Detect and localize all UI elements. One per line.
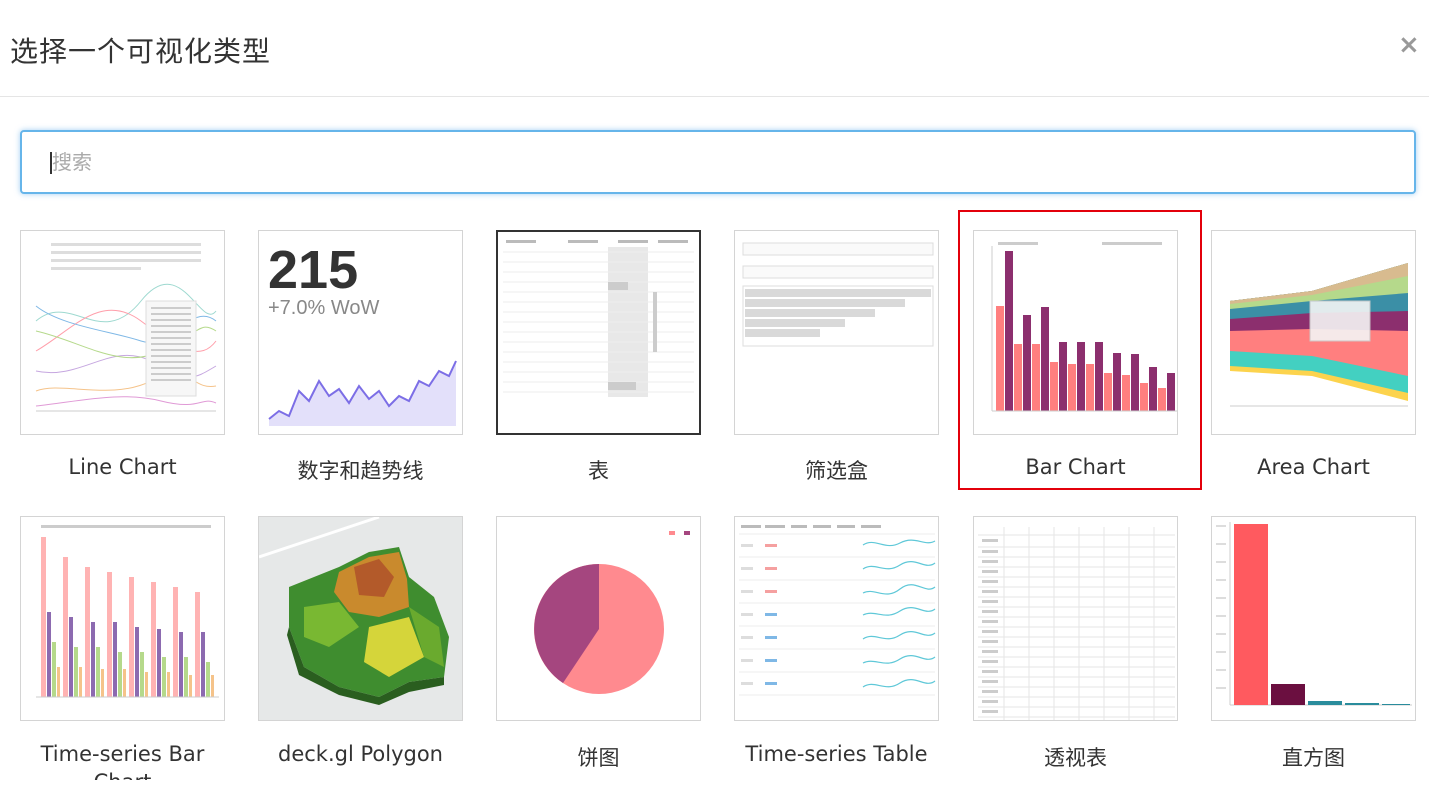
viz-label: Area Chart xyxy=(1257,455,1370,479)
viz-card-deckgl-polygon[interactable] xyxy=(258,516,463,721)
line-chart-thumbnail-icon xyxy=(35,243,217,412)
viz-label: Time-series Table xyxy=(745,742,928,766)
viz-label: 数字和趋势线 xyxy=(297,459,424,483)
viz-label: 透视表 xyxy=(1044,746,1107,770)
viz-card-time-series-table[interactable] xyxy=(734,516,939,721)
viz-card-big-number[interactable]: 215 +7.0% WoW xyxy=(258,230,463,435)
viz-card-histogram[interactable] xyxy=(1211,516,1416,721)
histogram-thumbnail-icon xyxy=(1216,522,1412,706)
dialog-header: 选择一个可视化类型 × xyxy=(0,0,1429,97)
viz-card-table[interactable] xyxy=(496,230,701,435)
trendline-icon xyxy=(268,360,457,426)
viz-label: Line Chart xyxy=(68,455,177,479)
text-caret xyxy=(50,152,52,174)
viz-label: 饼图 xyxy=(577,746,620,770)
viz-label: deck.gl Polygon xyxy=(278,742,443,766)
dialog-title: 选择一个可视化类型 xyxy=(10,35,272,68)
viz-card-bar-chart[interactable] xyxy=(973,230,1178,435)
bar-chart-thumbnail-icon xyxy=(991,242,1177,412)
viz-label: Bar Chart xyxy=(1025,455,1126,479)
search-input[interactable] xyxy=(20,130,1416,194)
deckgl-polygon-map-thumbnail-icon xyxy=(259,517,462,720)
table-thumbnail-icon xyxy=(503,240,694,397)
viz-card-pivot-table[interactable] xyxy=(973,516,1178,721)
viz-label: 直方图 xyxy=(1282,746,1345,770)
viz-card-filter-box[interactable] xyxy=(734,230,939,435)
viz-label: Time-series Bar Chart xyxy=(40,742,205,780)
filter-box-thumbnail-icon xyxy=(742,242,934,347)
viz-label: 筛选盒 xyxy=(805,459,868,483)
close-icon[interactable]: × xyxy=(1398,32,1420,58)
pivot-table-thumbnail-icon xyxy=(978,527,1175,720)
viz-card-time-series-bar[interactable] xyxy=(20,516,225,721)
pie-chart-thumbnail-icon xyxy=(534,531,690,694)
viz-card-pie-chart[interactable] xyxy=(496,516,701,721)
time-series-table-thumbnail-icon xyxy=(739,525,936,696)
viz-card-line-chart[interactable] xyxy=(20,230,225,435)
area-chart-thumbnail-icon xyxy=(1230,263,1408,407)
viz-label: 表 xyxy=(588,459,609,483)
time-series-bar-thumbnail-icon xyxy=(36,525,219,698)
viz-card-area-chart[interactable] xyxy=(1211,230,1416,435)
